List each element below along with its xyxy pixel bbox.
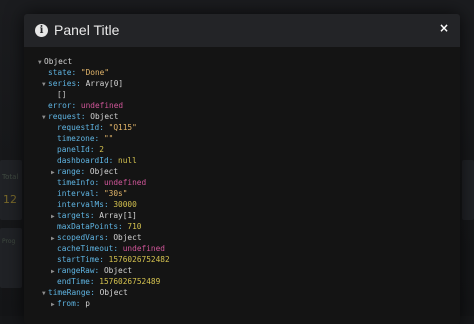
tree-row-cacheTimeout: cacheTimeout: undefined [57,244,165,253]
tree-row-timeRange[interactable]: ▼ timeRange: Object [38,287,170,298]
tree-row-requestId: requestId: "Q115" [57,123,137,132]
background-panel-title: Total [2,173,19,181]
tree-row-timeInfo: timeInfo: undefined [57,178,147,187]
close-icon[interactable]: × [438,21,450,35]
tree-row-error: error: undefined [48,101,124,110]
background-panel [0,160,22,220]
tree-row-targets[interactable]: ▶ targets: Array[1] [38,210,170,221]
tree-row-scopedVars[interactable]: ▶ scopedVars: Object [38,232,170,243]
background-stat-value: 12 [3,193,17,206]
tree-row-root[interactable]: ▼ Object [38,56,170,67]
tree-row-startTime: startTime: 1576026752482 [57,255,170,264]
tree-row-range[interactable]: ▶ range: Object [38,166,170,177]
panel-inspector-modal: i Panel Title × ▼ Object state: "Done" ▼ s… [24,14,460,324]
modal-header: i Panel Title × [24,14,460,47]
tree-row-rangeRaw[interactable]: ▶ rangeRaw: Object [38,265,170,276]
tree-row-request[interactable]: ▼ request: Object [38,111,170,122]
json-tree: ▼ Object state: "Done" ▼ series: Array[0] … [38,56,170,309]
background-panel [0,228,22,288]
tree-row-interval: interval: "30s" [57,189,128,198]
tree-row-dashboardId: dashboardId: null [57,156,137,165]
background-panel-title: Prog [2,238,16,245]
tree-row-endTime: endTime: 1576026752489 [57,277,161,286]
tree-row-timezone: timezone: "" [57,134,114,143]
background-panel [462,160,474,220]
tree-row-series-empty: [] [57,90,67,99]
panel-title: Panel Title [54,22,120,38]
info-circle-icon: i [35,24,48,37]
tree-row-panelId: panelId: 2 [57,145,104,154]
tree-row-series[interactable]: ▼ series: Array[0] [38,78,170,89]
tree-row-from[interactable]: ▶ from: p [38,298,170,309]
tree-row-state: state: "Done" [48,68,110,77]
tree-row-intervalMs: intervalMs: 30000 [57,200,137,209]
tree-row-maxDataPoints: maxDataPoints: 710 [57,222,142,231]
